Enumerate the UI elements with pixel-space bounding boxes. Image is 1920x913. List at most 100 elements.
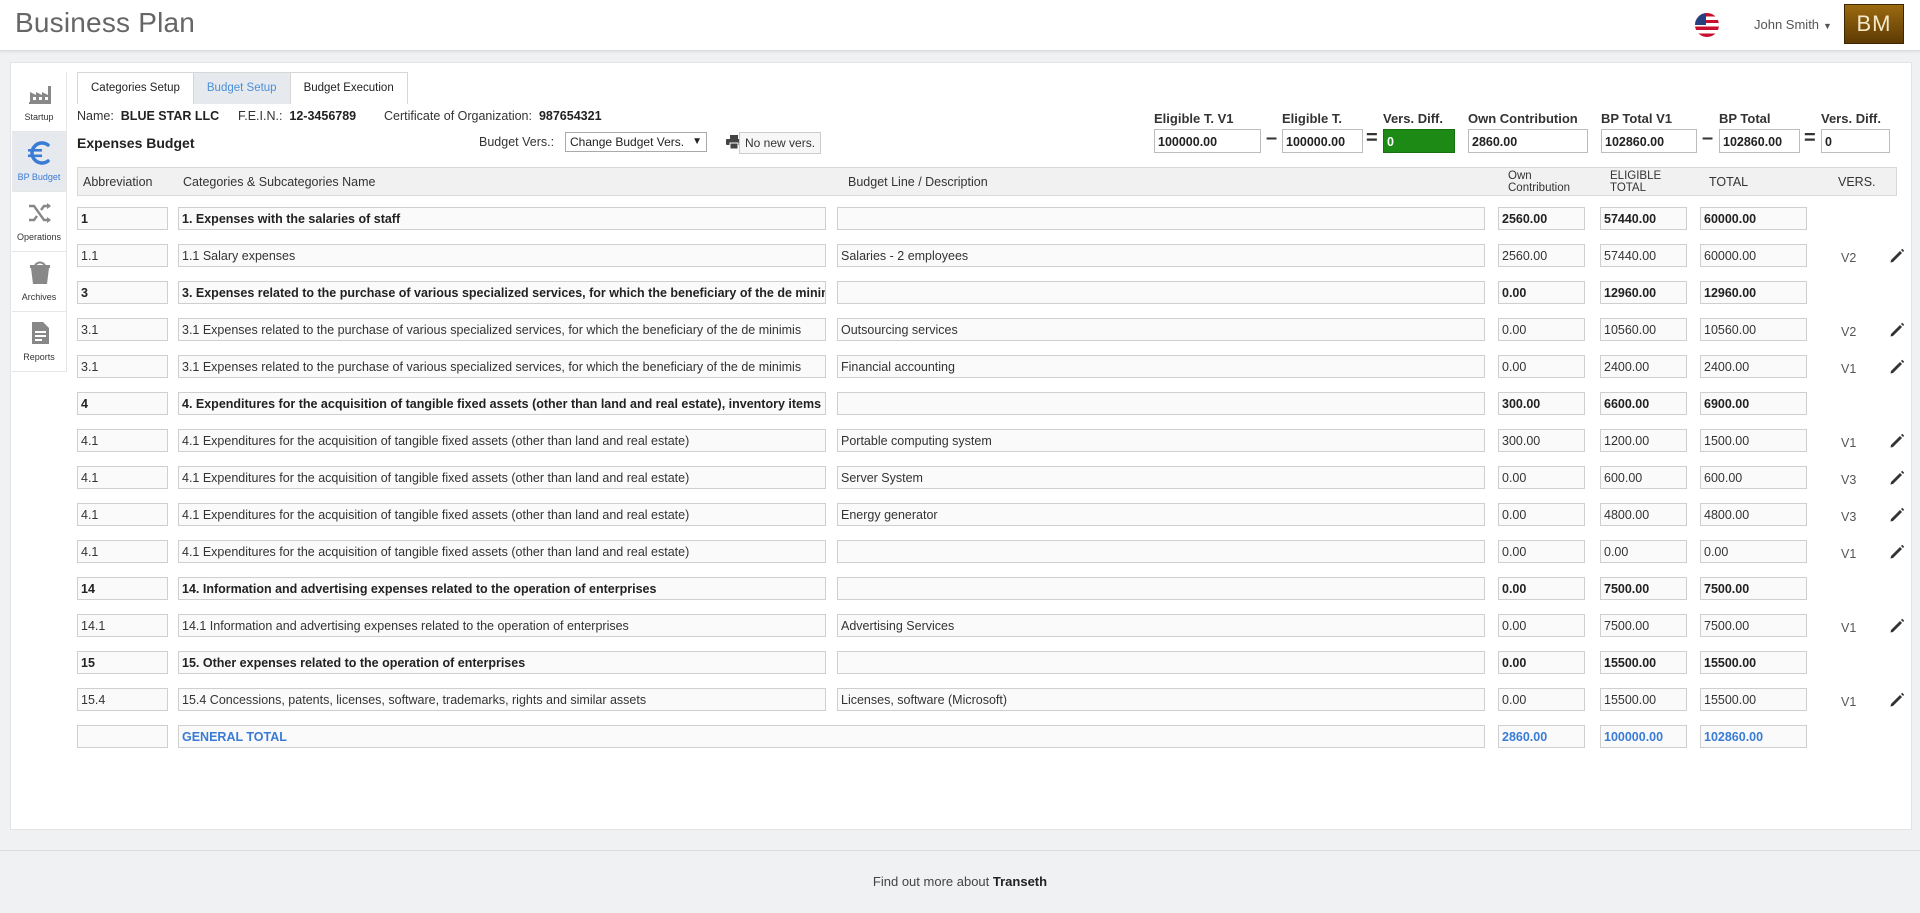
sidebar-label: Archives [21, 292, 57, 302]
header-own-line2: Contribution [1508, 182, 1571, 194]
category-cell: 4.1 Expenditures for the acquisition of … [178, 466, 826, 489]
own-contribution-cell: 2560.00 [1498, 244, 1585, 267]
pencil-edit-icon[interactable] [1889, 322, 1905, 338]
abbreviation-cell: 15 [77, 651, 168, 674]
own-contribution-label: Own Contribution [1468, 111, 1578, 126]
budget-line-cell: Salaries - 2 employees [837, 244, 1485, 267]
eligible-total-cell: 7500.00 [1600, 577, 1687, 600]
eligible-total-cell: 15500.00 [1600, 651, 1687, 674]
report-icon [32, 322, 49, 344]
own-contribution-cell: 0.00 [1498, 688, 1585, 711]
version-label: V3 [1841, 473, 1857, 487]
tab-budget-setup[interactable]: Budget Setup [192, 72, 291, 104]
table-header: Abbreviation Categories & Subcategories … [77, 167, 1897, 196]
category-cell: 15.4 Concessions, patents, licenses, sof… [178, 688, 826, 711]
abbreviation-cell: 15.4 [77, 688, 168, 711]
version-label: V1 [1841, 362, 1857, 376]
minus-sign: – [1702, 127, 1714, 149]
pencil-edit-icon[interactable] [1889, 248, 1905, 264]
abbreviation-cell: 4.1 [77, 540, 168, 563]
header-eligible-line1: ELIGIBLE [1610, 170, 1662, 182]
header-budget-line: Budget Line / Description [848, 175, 988, 189]
header-abbreviation: Abbreviation [83, 175, 153, 189]
budget-version-select[interactable]: Change Budget Vers. ▼ [565, 132, 707, 152]
section-title: Expenses Budget [77, 135, 195, 151]
eligible-total-cell: 57440.00 [1600, 207, 1687, 230]
own-contribution-cell: 0.00 [1498, 651, 1585, 674]
budget-line-cell [837, 392, 1485, 415]
footer-link[interactable]: Transeth [993, 874, 1047, 889]
grand-total: 102860.00 [1700, 725, 1807, 748]
eligible-total-cell: 12960.00 [1600, 281, 1687, 304]
app-title: Business Plan [15, 7, 196, 38]
user-name: John Smith [1754, 17, 1820, 32]
pencil-edit-icon[interactable] [1889, 359, 1905, 375]
app-logo[interactable]: BM [1844, 4, 1904, 44]
own-contribution-cell: 2560.00 [1498, 207, 1585, 230]
certificate-value: 987654321 [538, 109, 602, 123]
total-cell: 6900.00 [1700, 392, 1807, 415]
version-status: No new vers. [739, 132, 822, 154]
eligible-v1-field: 100000.00 [1154, 129, 1261, 153]
footer: Find out more about Transeth [0, 850, 1920, 913]
pencil-edit-icon[interactable] [1889, 470, 1905, 486]
certificate-label: Certificate of Organization: [384, 109, 532, 123]
pencil-edit-icon[interactable] [1889, 618, 1905, 634]
total-cell: 7500.00 [1700, 577, 1807, 600]
budget-line-cell: Licenses, software (Microsoft) [837, 688, 1485, 711]
factory-icon [29, 86, 51, 104]
version-diff-field-2: 0 [1821, 129, 1890, 153]
abbreviation-cell: 4.1 [77, 429, 168, 452]
budget-line-cell: Financial accounting [837, 355, 1485, 378]
pencil-edit-icon[interactable] [1889, 692, 1905, 708]
total-cell: 0.00 [1700, 540, 1807, 563]
chevron-down-icon: ▼ [692, 136, 702, 147]
category-cell: 14.1 Information and advertising expense… [178, 614, 826, 637]
footer-prefix: Find out more about [872, 874, 993, 889]
certificate-info: Certificate of Organization: 987654321 [384, 109, 602, 123]
header-own-contribution: Own Contribution [1508, 170, 1570, 194]
sidebar-label: BP Budget [17, 172, 61, 182]
own-contribution-cell: 0.00 [1498, 318, 1585, 341]
budget-line-cell: Energy generator [837, 503, 1485, 526]
header-eligible-line2: TOTAL [1610, 182, 1646, 194]
category-row: 15 15. Other expenses related to the oper… [77, 644, 1907, 681]
own-contribution-cell: 0.00 [1498, 466, 1585, 489]
tab-categories-setup[interactable]: Categories Setup [77, 72, 194, 104]
tab-budget-execution[interactable]: Budget Execution [289, 72, 408, 104]
category-cell: 1. Expenses with the salaries of staff [178, 207, 826, 230]
sidebar-item-archives[interactable]: Archives [12, 252, 66, 312]
total-cell: 10560.00 [1700, 318, 1807, 341]
category-cell: 4. Expenditures for the acquisition of t… [178, 392, 826, 415]
budget-line-cell [837, 207, 1485, 230]
shuffle-icon [29, 203, 51, 223]
sidebar-item-bp-budget[interactable]: BP Budget [12, 132, 66, 192]
archive-icon [30, 261, 50, 284]
pencil-edit-icon[interactable] [1889, 507, 1905, 523]
table-row: 4.1 4.1 Expenditures for the acquisition … [77, 459, 1907, 496]
budget-line-cell: Advertising Services [837, 614, 1485, 637]
sidebar-item-operations[interactable]: Operations [12, 192, 66, 252]
budget-line-cell [837, 651, 1485, 674]
pencil-edit-icon[interactable] [1889, 433, 1905, 449]
total-cell: 4800.00 [1700, 503, 1807, 526]
sidebar-item-reports[interactable]: Reports [12, 312, 66, 372]
euro-icon [28, 141, 50, 165]
category-cell: 14. Information and advertising expenses… [178, 577, 826, 600]
pencil-edit-icon[interactable] [1889, 544, 1905, 560]
abbreviation-cell: 3 [77, 281, 168, 304]
bp-total-v1-field: 102860.00 [1601, 129, 1697, 153]
own-contribution-cell: 300.00 [1498, 429, 1585, 452]
abbreviation-cell: 1 [77, 207, 168, 230]
own-contribution-cell: 0.00 [1498, 540, 1585, 563]
version-label: V1 [1841, 547, 1857, 561]
abbreviation-cell: 1.1 [77, 244, 168, 267]
eligible-field: 100000.00 [1282, 129, 1363, 153]
us-flag-icon[interactable] [1695, 13, 1719, 37]
header-own-line1: Own [1508, 170, 1532, 182]
category-cell: 4.1 Expenditures for the acquisition of … [178, 503, 826, 526]
user-menu[interactable]: John Smith ▼ [1754, 17, 1832, 32]
total-cell: 60000.00 [1700, 244, 1807, 267]
sidebar-item-startup[interactable]: Startup [12, 72, 66, 132]
version-label: V2 [1841, 325, 1857, 339]
